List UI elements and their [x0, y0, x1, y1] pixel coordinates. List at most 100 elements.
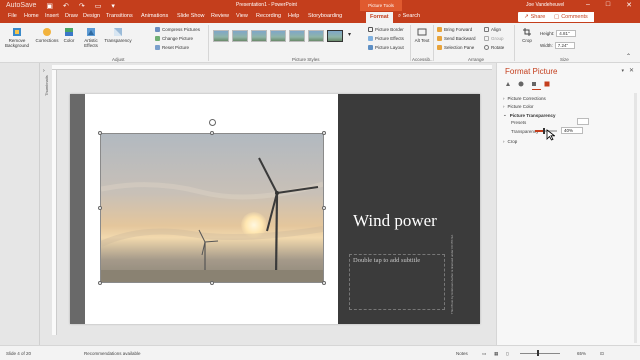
- redo-icon[interactable]: ↷: [79, 2, 85, 10]
- send-backward-button[interactable]: Send Backward: [437, 36, 476, 41]
- slide-sorter-icon[interactable]: ▦: [494, 351, 498, 357]
- transparency-button[interactable]: Transparency: [104, 27, 132, 43]
- tab-draw[interactable]: Draw: [65, 13, 78, 19]
- picture-icon[interactable]: [544, 81, 550, 87]
- resize-handle-top-left[interactable]: [98, 131, 102, 135]
- resize-handle-top[interactable]: [210, 131, 214, 135]
- autosave-toggle[interactable]: AutoSave: [6, 2, 36, 9]
- pane-options-icon[interactable]: ▾: [621, 68, 624, 74]
- group-button[interactable]: Group: [484, 36, 504, 41]
- section-picture-corrections[interactable]: › Picture Corrections: [503, 96, 546, 101]
- size-properties-icon[interactable]: [531, 81, 537, 87]
- fill-line-icon[interactable]: [505, 81, 511, 87]
- corrections-button[interactable]: Corrections: [34, 27, 60, 43]
- zoom-level[interactable]: 65%: [577, 351, 586, 356]
- transparency-value-input[interactable]: 40%: [561, 127, 583, 134]
- styles-more-icon[interactable]: ▾: [348, 31, 351, 38]
- resize-handle-left[interactable]: [98, 206, 102, 210]
- rotate-handle[interactable]: [209, 119, 216, 126]
- resize-handle-bottom-right[interactable]: [322, 281, 326, 285]
- height-field[interactable]: Height: 4.81": [540, 30, 577, 37]
- comments-button[interactable]: ▢ Comments: [548, 12, 594, 22]
- search-box[interactable]: ⌕ Search: [398, 13, 420, 20]
- notes-button[interactable]: Notes: [456, 351, 468, 356]
- tab-home[interactable]: Home: [24, 13, 39, 19]
- selection-pane-button[interactable]: Selection Pane: [437, 45, 474, 50]
- picture-style-3[interactable]: [251, 30, 267, 42]
- tab-view[interactable]: View: [236, 13, 248, 19]
- slide-canvas[interactable]: Wind power Double tap to add subtitle Th…: [70, 94, 480, 324]
- picture-style-6[interactable]: [308, 30, 324, 42]
- picture-style-4[interactable]: [270, 30, 286, 42]
- maximize-icon[interactable]: □: [606, 1, 610, 9]
- remove-background-button[interactable]: Remove Background: [4, 27, 30, 48]
- reading-view-icon[interactable]: ▯: [506, 351, 508, 357]
- present-icon[interactable]: ▭: [95, 2, 102, 10]
- picture-style-5[interactable]: [289, 30, 305, 42]
- resize-handle-right[interactable]: [322, 206, 326, 210]
- picture-style-2[interactable]: [232, 30, 248, 42]
- recommendations-status[interactable]: Recommendations available: [84, 351, 141, 356]
- close-icon[interactable]: ✕: [629, 67, 634, 74]
- artistic-effects-button[interactable]: Artistic Effects: [79, 27, 103, 48]
- zoom-slider-thumb[interactable]: [537, 350, 539, 356]
- zoom-slider[interactable]: [520, 353, 560, 354]
- tab-storyboarding[interactable]: Storyboarding: [308, 13, 342, 19]
- resize-handle-bottom-left[interactable]: [98, 281, 102, 285]
- resize-handle-bottom[interactable]: [210, 281, 214, 285]
- pane-category-icons: [505, 81, 550, 87]
- tab-animations[interactable]: Animations: [141, 13, 168, 19]
- width-field[interactable]: Width: 7.24": [540, 42, 575, 49]
- presets-dropdown[interactable]: [577, 118, 589, 125]
- picture-style-1[interactable]: [213, 30, 229, 42]
- compress-pictures-button[interactable]: Compress Pictures: [155, 27, 200, 32]
- subtitle-placeholder[interactable]: Double tap to add subtitle: [353, 257, 443, 265]
- effects-icon[interactable]: [518, 81, 524, 87]
- tab-format[interactable]: Format: [366, 12, 393, 23]
- slide-title[interactable]: Wind power: [353, 212, 437, 230]
- collapse-ribbon-icon[interactable]: ⌃: [626, 53, 631, 60]
- picture-style-7[interactable]: [327, 30, 343, 42]
- normal-view-icon[interactable]: ▭: [482, 351, 486, 357]
- undo-icon[interactable]: ↶: [63, 2, 69, 10]
- customize-icon[interactable]: ▾: [111, 2, 115, 10]
- thumbnails-pane[interactable]: [0, 63, 40, 345]
- alt-text-button[interactable]: Alt Text: [414, 27, 430, 43]
- tab-design[interactable]: Design: [83, 13, 100, 19]
- section-picture-color[interactable]: › Picture Color: [503, 104, 534, 109]
- share-button[interactable]: ↗ Share: [518, 12, 552, 22]
- tab-help[interactable]: Help: [288, 13, 299, 19]
- slide-counter[interactable]: Slide 4 of 20: [6, 351, 31, 356]
- reset-picture-button[interactable]: Reset Picture: [155, 45, 189, 50]
- tab-slide-show[interactable]: Slide Show: [177, 13, 205, 19]
- tab-file[interactable]: File: [8, 13, 17, 19]
- rotate-button[interactable]: Rotate: [484, 45, 504, 50]
- tab-recording[interactable]: Recording: [256, 13, 281, 19]
- tab-transitions[interactable]: Transitions: [106, 13, 133, 19]
- height-input[interactable]: 4.81": [556, 30, 577, 37]
- crop-button[interactable]: Crop: [518, 27, 536, 43]
- resize-handle-top-right[interactable]: [322, 131, 326, 135]
- pane-scrollbar[interactable]: [634, 93, 637, 343]
- width-input[interactable]: 7.24": [554, 42, 575, 49]
- fit-to-window-icon[interactable]: ⊡: [600, 351, 604, 357]
- user-name[interactable]: Joe Vandeheuvel: [526, 2, 564, 8]
- section-crop[interactable]: › Crop: [503, 139, 517, 144]
- expand-thumbnails-icon[interactable]: ›: [43, 68, 45, 74]
- crop-icon: [523, 28, 531, 36]
- color-button[interactable]: Color: [62, 27, 76, 43]
- picture-border-button[interactable]: Picture Border: [368, 27, 404, 32]
- picture-layout-button[interactable]: Picture Layout: [368, 45, 404, 50]
- bring-forward-button[interactable]: Bring Forward: [437, 27, 472, 32]
- section-picture-transparency[interactable]: ⌄ Picture Transparency: [503, 112, 556, 118]
- thumbnails-label[interactable]: Thumbnails: [44, 75, 49, 96]
- tab-insert[interactable]: Insert: [45, 13, 59, 19]
- save-icon[interactable]: ▣: [46, 2, 53, 10]
- align-button[interactable]: Align: [484, 27, 501, 32]
- close-icon[interactable]: ✕: [626, 1, 632, 9]
- minimize-icon[interactable]: –: [586, 1, 590, 9]
- change-picture-button[interactable]: Change Picture: [155, 36, 193, 41]
- tab-review[interactable]: Review: [211, 13, 229, 19]
- picture-effects-button[interactable]: Picture Effects: [368, 36, 404, 41]
- transparency-slider-thumb[interactable]: [542, 128, 545, 134]
